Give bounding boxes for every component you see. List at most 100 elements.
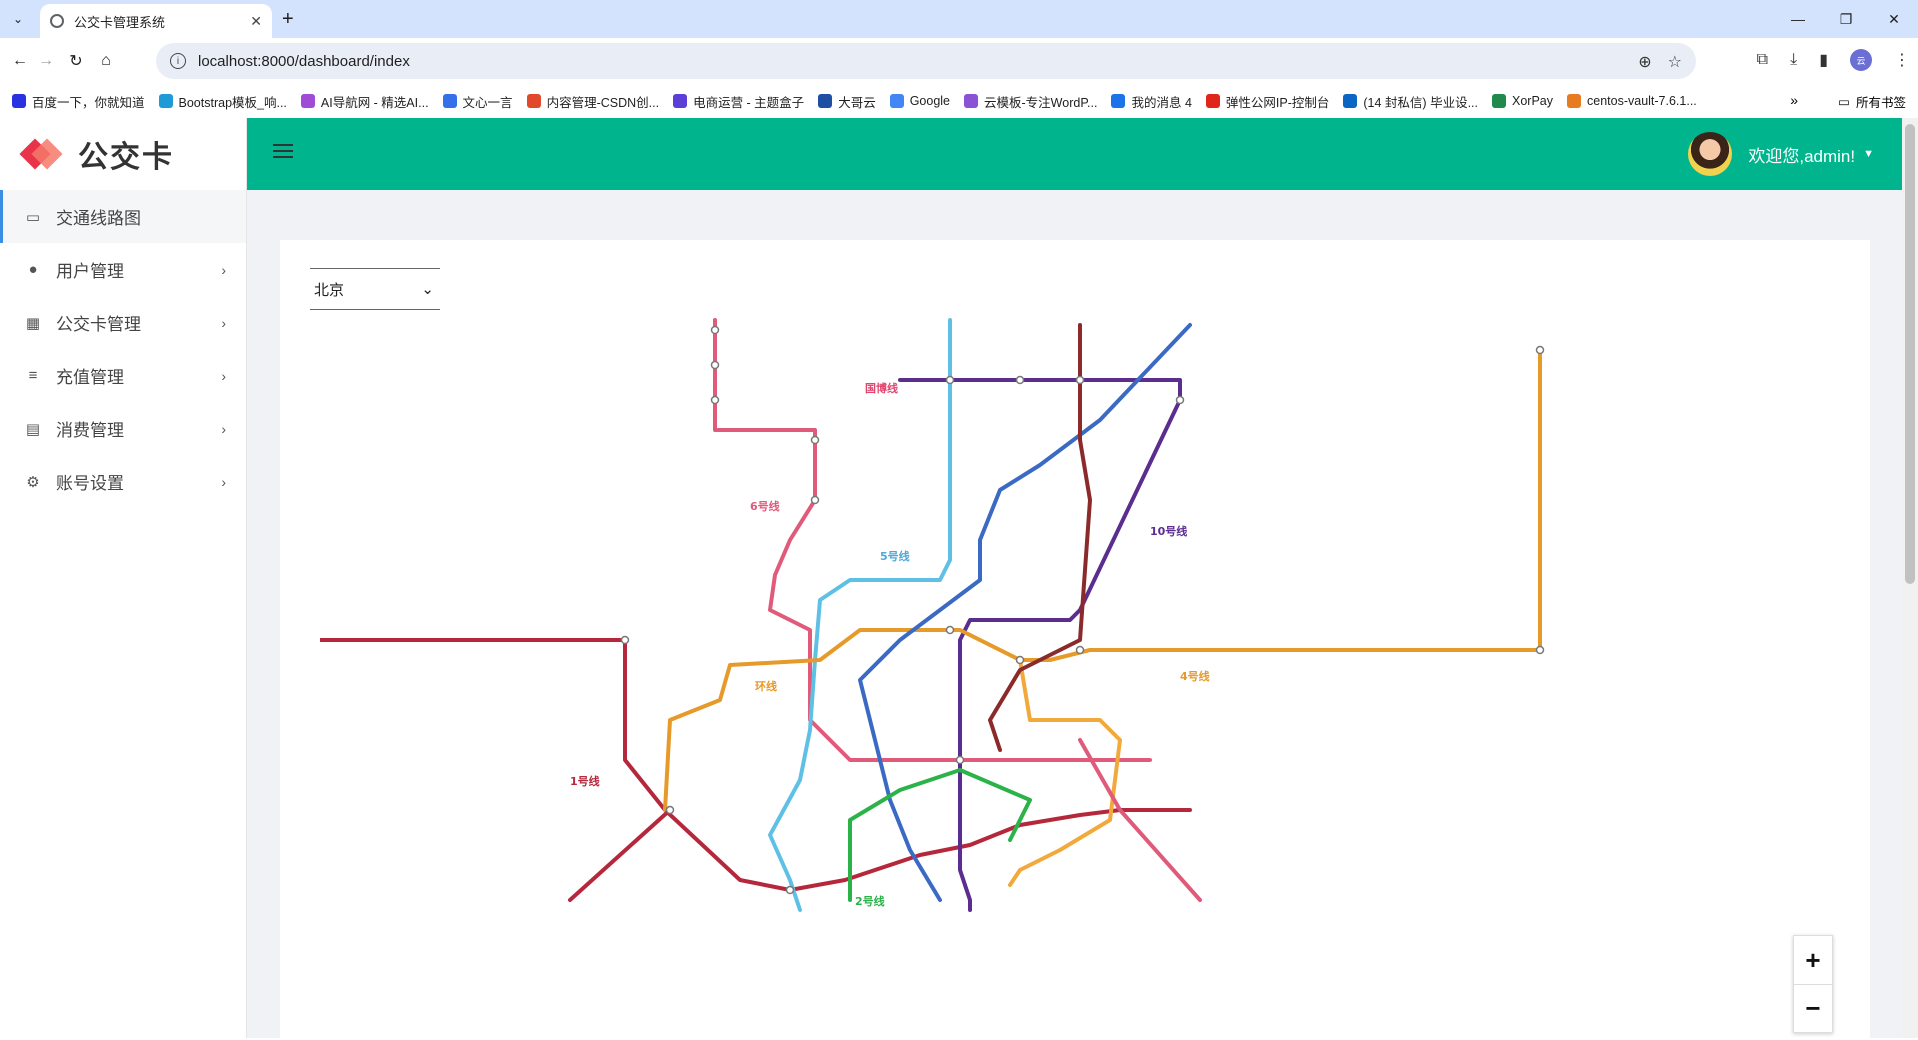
station-dot [1015, 375, 1025, 385]
browser-toolbar: ← → ↻ ⌂ i localhost:8000/dashboard/index… [0, 38, 1918, 84]
bookmark-item[interactable]: 大哥云 [818, 92, 876, 111]
bookmark-favicon-icon [12, 94, 26, 108]
menu-item-label: 用户管理 [56, 262, 124, 281]
bookmark-star-icon[interactable]: ☆ [1668, 52, 1682, 72]
station-dot [665, 805, 675, 815]
station-dot [710, 360, 720, 370]
download-icon[interactable]: ⤓ [1790, 51, 1797, 69]
menu-item-label: 交通线路图 [56, 209, 141, 228]
bookmark-item[interactable]: 我的消息 4 [1111, 92, 1192, 111]
reload-icon[interactable]: ↻ [64, 49, 88, 73]
calendar-icon: ▦ [25, 314, 41, 332]
line-label-5: 5号线 [880, 549, 910, 563]
line-9-path [988, 323, 1092, 752]
bookmark-favicon-icon [442, 94, 457, 108]
chevron-right-icon: › [221, 420, 226, 437]
home-icon[interactable]: ⌂ [94, 49, 118, 73]
minimize-icon[interactable]: — [1774, 0, 1822, 38]
menu-item-0[interactable]: ▭ 交通线路图 [0, 190, 246, 243]
menu-item-2[interactable]: ▦ 公交卡管理 › [0, 296, 246, 349]
menu-item-3[interactable]: ≡ 充值管理 › [0, 349, 246, 402]
forward-icon[interactable]: → [34, 49, 58, 73]
hamburger-menu-icon[interactable] [273, 144, 293, 158]
zoom-in-button[interactable]: + [1794, 936, 1832, 984]
avatar[interactable] [1688, 132, 1733, 176]
station-dot [1015, 655, 1025, 665]
sidebar: 公交卡 ▭ 交通线路图 ● 用户管理 › ▦ 公交卡管理 › ≡ 充值管理 › ▤ 消费管理 › ⚙ 账号设置… [0, 118, 247, 1038]
folder-icon: ▭ [1838, 95, 1850, 109]
menu-item-1[interactable]: ● 用户管理 › [0, 243, 246, 296]
back-icon[interactable]: ← [8, 49, 32, 73]
bookmark-label: 文心一言 [462, 95, 513, 110]
restore-icon[interactable]: ❐ [1822, 0, 1870, 38]
profile-avatar[interactable]: 云 [1850, 49, 1872, 71]
main-content: 北京 ⌄ 1号线 2号线 4号线 5号线 6号线 10号线 环线 国博线 [247, 190, 1902, 1040]
station-dot [1535, 345, 1545, 355]
bookmark-favicon-icon [889, 94, 904, 108]
address-bar[interactable]: i localhost:8000/dashboard/index ⊕ ☆ [156, 43, 1696, 79]
menu-item-label: 账号设置 [56, 474, 124, 493]
zoom-out-button[interactable]: − [1794, 984, 1832, 1032]
bookmark-item[interactable]: 云模板-专注WordP... [964, 92, 1097, 111]
station-dot [1175, 395, 1185, 405]
bookmark-item[interactable]: XorPay [1492, 94, 1553, 108]
bookmark-item[interactable]: Google [889, 94, 950, 108]
zoom-indicator-icon[interactable]: ⊕ [1638, 52, 1651, 72]
caret-down-icon: ▼ [1863, 148, 1874, 160]
browser-menu-icon[interactable]: ⋮ [1894, 50, 1910, 70]
url-text: localhost:8000/dashboard/index [198, 52, 410, 70]
side-panel-icon[interactable]: ▮ [1819, 50, 1828, 70]
bookmark-favicon-icon [1343, 94, 1358, 108]
bookmark-favicon-icon [818, 94, 833, 108]
station-dot [810, 435, 820, 445]
bookmark-favicon-icon [673, 94, 688, 108]
window-icon: ▭ [25, 208, 41, 226]
chevron-down-icon: ⌄ [421, 281, 434, 298]
bookmark-item[interactable]: 百度一下，你就知道 [12, 92, 145, 111]
extensions-icon[interactable]: ⧉ [1757, 51, 1768, 69]
map-card: 北京 ⌄ 1号线 2号线 4号线 5号线 6号线 10号线 环线 国博线 [280, 240, 1870, 1040]
bookmark-label: 云模板-专注WordP... [984, 95, 1098, 110]
new-tab-button[interactable]: + [282, 8, 294, 31]
chevron-right-icon: › [221, 473, 226, 490]
line-6-lower-path [1078, 738, 1202, 902]
all-bookmarks-button[interactable]: ▭ 所有书签 [1838, 92, 1906, 111]
line-label-10: 10号线 [1150, 524, 1187, 538]
app-logo[interactable]: 公交卡 [0, 118, 246, 190]
station-dot [620, 635, 630, 645]
browser-tab[interactable]: 公交卡管理系统 ✕ [40, 4, 272, 38]
bookmark-item[interactable]: 内容管理-CSDN创... [526, 92, 659, 111]
line-label-4: 4号线 [1180, 669, 1210, 683]
station-dot [955, 755, 965, 765]
chevron-right-icon: › [221, 314, 226, 331]
city-select-value: 北京 [314, 281, 345, 299]
bookmark-item[interactable]: 弹性公网IP-控制台 [1205, 92, 1329, 111]
bookmark-favicon-icon [1567, 94, 1581, 108]
bookmark-label: (14 封私信) 毕业设... [1363, 95, 1478, 110]
bookmark-favicon-icon [1111, 94, 1126, 108]
gear-icon: ⚙ [26, 473, 40, 491]
station-dot [945, 375, 955, 385]
line-2-path [848, 768, 1032, 902]
site-info-icon[interactable]: i [170, 53, 186, 69]
menu-item-4[interactable]: ▤ 消费管理 › [0, 402, 246, 455]
bookmark-item[interactable]: Bootstrap模板_响... [158, 92, 287, 111]
close-tab-icon[interactable]: ✕ [250, 13, 262, 30]
bookmarks-overflow-icon[interactable]: » [1790, 92, 1798, 108]
bookmark-item[interactable]: 文心一言 [442, 92, 513, 111]
tab-search-button[interactable]: ⌄ [6, 7, 30, 31]
bookmark-favicon-icon [1205, 94, 1220, 108]
bookmark-item[interactable]: AI导航网 - 精选AI... [300, 92, 429, 111]
line-6-path [713, 318, 1152, 762]
line-label-loop: 环线 [755, 679, 777, 693]
menu-item-5[interactable]: ⚙ 账号设置 › [0, 455, 246, 508]
bookmark-item[interactable]: (14 封私信) 毕业设... [1343, 92, 1478, 111]
city-select[interactable]: 北京 ⌄ [310, 268, 440, 310]
page-scrollbar[interactable] [1902, 118, 1918, 1038]
bookmark-item[interactable]: centos-vault-7.6.1... [1567, 94, 1697, 108]
station-dot [785, 885, 795, 895]
transit-map[interactable]: 1号线 2号线 4号线 5号线 6号线 10号线 环线 国博线 [320, 310, 1870, 1040]
user-dropdown[interactable]: 欢迎您,admin! ▼ [1688, 132, 1874, 176]
window-close-icon[interactable]: ✕ [1870, 0, 1918, 38]
bookmark-item[interactable]: 电商运营 - 主题盒子 [673, 92, 804, 111]
